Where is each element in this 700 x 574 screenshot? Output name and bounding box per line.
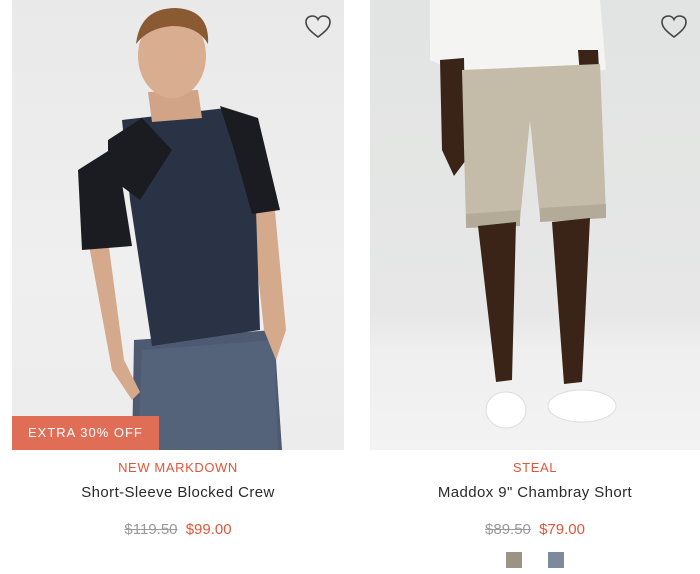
original-price: $89.50 — [485, 521, 531, 538]
model-photo-shorts — [430, 0, 617, 429]
product-grid: EXTRA 30% OFF NEW MARKDOWN Short-Sleeve … — [0, 0, 700, 574]
product-image[interactable] — [370, 0, 700, 450]
product-card[interactable]: STEAL Maddox 9" Chambray Short $89.50 $7… — [370, 0, 700, 572]
product-name[interactable]: Short-Sleeve Blocked Crew — [12, 484, 344, 501]
product-price: $119.50 $99.00 — [12, 521, 344, 538]
heart-outline-icon[interactable] — [660, 14, 688, 40]
model-photo-tee — [78, 8, 286, 450]
product-image[interactable]: EXTRA 30% OFF — [12, 0, 344, 450]
promo-badge: EXTRA 30% OFF — [12, 416, 159, 450]
heart-outline-icon[interactable] — [304, 14, 332, 40]
sale-price: $99.00 — [185, 521, 232, 538]
color-swatch-blue[interactable] — [548, 552, 565, 568]
sale-price: $79.00 — [539, 521, 585, 538]
color-swatches — [370, 552, 700, 572]
color-swatch-khaki[interactable] — [505, 552, 522, 568]
original-price: $119.50 — [124, 521, 178, 538]
product-price: $89.50 $79.00 — [370, 521, 700, 538]
product-label: STEAL — [512, 460, 558, 475]
product-card[interactable]: EXTRA 30% OFF NEW MARKDOWN Short-Sleeve … — [12, 0, 344, 538]
product-name[interactable]: Maddox 9" Chambray Short — [370, 484, 700, 501]
product-label: NEW MARKDOWN — [118, 460, 238, 475]
